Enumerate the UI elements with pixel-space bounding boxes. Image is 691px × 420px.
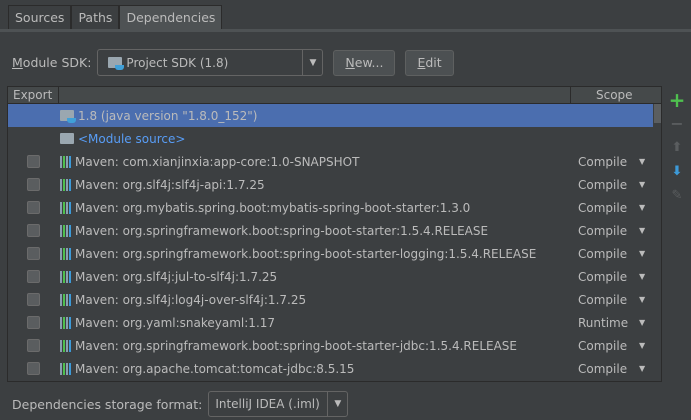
maven-library-icon [60,293,71,306]
table-row[interactable]: Maven: org.springframework.boot:spring-b… [8,242,661,265]
table-row[interactable]: Maven: org.slf4j:slf4j-api:1.7.25 Compile… [8,173,661,196]
export-checkbox[interactable] [27,178,40,191]
tab-bar: Sources Paths Dependencies [8,5,223,30]
chevron-down-icon[interactable]: ▼ [639,272,645,281]
chevron-down-icon[interactable]: ▼ [639,180,645,189]
dependencies-table: Export Scope 1.8 (java version "1.8.0_15… [7,86,662,382]
scope-value[interactable]: Compile [578,339,627,353]
dependency-name: Maven: org.slf4j:log4j-over-slf4j:1.7.25 [75,292,307,307]
chevron-down-icon[interactable]: ▼ [639,157,645,166]
export-checkbox[interactable] [27,293,40,306]
dependency-name: Maven: org.springframework.boot:spring-b… [75,246,537,261]
table-row[interactable]: Maven: org.yaml:snakeyaml:1.17 Runtime ▼ [8,311,661,334]
edit-pencil-icon[interactable]: ✎ [672,184,683,208]
storage-format-row: Dependencies storage format: IntelliJ ID… [12,391,349,417]
scrollbar-thumb[interactable] [654,104,661,123]
chevron-down-icon[interactable]: ▼ [639,249,645,258]
maven-library-icon [60,362,71,375]
table-row[interactable]: Maven: org.slf4j:log4j-over-slf4j:1.7.25… [8,288,661,311]
module-sdk-value: Project SDK (1.8) [126,55,229,70]
add-icon[interactable]: + [669,88,686,112]
table-row[interactable]: Maven: org.apache.tomcat:tomcat-jdbc:8.5… [8,357,661,380]
new-sdk-button[interactable]: New... [333,49,396,76]
storage-format-select[interactable]: IntelliJ IDEA (.iml) ▼ [208,391,349,417]
export-checkbox[interactable] [27,155,40,168]
tab-sources[interactable]: Sources [8,5,72,30]
module-folder-icon [60,133,74,144]
export-checkbox[interactable] [27,247,40,260]
export-column-header[interactable]: Export [13,88,52,102]
export-checkbox[interactable] [27,339,40,352]
storage-format-label: Dependencies storage format: [12,396,203,412]
module-source-row[interactable]: <Module source> [8,127,661,150]
jdk-folder-icon [60,110,76,123]
export-checkbox[interactable] [27,224,40,237]
chevron-down-icon[interactable]: ▼ [639,364,645,373]
dependency-name: Maven: org.mybatis.spring.boot:mybatis-s… [75,200,471,215]
scope-column-header[interactable]: Scope [596,88,633,102]
chevron-down-icon[interactable]: ▼ [639,341,645,350]
move-up-icon[interactable]: ⬆ [672,136,683,160]
table-row[interactable]: Maven: org.springframework.boot:spring-b… [8,219,661,242]
table-row[interactable]: Maven: org.springframework.boot:spring-b… [8,334,661,357]
maven-library-icon [60,316,71,329]
edit-sdk-button[interactable]: Edit [405,49,454,76]
dependency-name: Maven: org.slf4j:jul-to-slf4j:1.7.25 [75,269,278,284]
sdk-row[interactable]: 1.8 (java version "1.8.0_152") [8,104,654,127]
scope-value[interactable]: Compile [578,178,627,192]
maven-library-icon [60,270,71,283]
maven-library-icon [60,155,71,168]
export-checkbox[interactable] [27,362,40,375]
tab-paths[interactable]: Paths [71,5,120,30]
table-toolbar: + − ⬆ ⬇ ✎ [666,88,688,208]
scope-value[interactable]: Compile [578,224,627,238]
jdk-folder-icon [108,57,125,70]
dependency-name: Maven: org.apache.tomcat:tomcat-jdbc:8.5… [75,361,355,376]
chevron-down-icon[interactable]: ▼ [639,295,645,304]
table-header: Export Scope [8,87,661,104]
chevron-down-icon[interactable]: ▼ [639,226,645,235]
export-checkbox[interactable] [27,316,40,329]
scope-value[interactable]: Compile [578,270,627,284]
export-checkbox[interactable] [27,201,40,214]
dependency-name: Maven: org.yaml:snakeyaml:1.17 [75,315,276,330]
remove-icon[interactable]: − [670,112,683,136]
scope-value[interactable]: Runtime [578,316,628,330]
tab-divider [0,29,691,32]
chevron-down-icon[interactable]: ▼ [639,318,645,327]
chevron-down-icon[interactable]: ▼ [327,392,347,416]
maven-library-icon [60,339,71,352]
scope-value[interactable]: Compile [578,293,627,307]
module-sdk-select[interactable]: Project SDK (1.8) ▼ [97,49,324,76]
chevron-down-icon[interactable]: ▼ [302,50,322,75]
maven-library-icon [60,224,71,237]
module-sdk-row: Module SDK: Project SDK (1.8) ▼ New... E… [12,49,454,76]
maven-library-icon [60,178,71,191]
tab-dependencies[interactable]: Dependencies [119,5,223,30]
module-sdk-label: Module SDK: [12,55,92,70]
dependency-name: Maven: org.slf4j:slf4j-api:1.7.25 [75,177,265,192]
module-source-label: <Module source> [78,131,186,146]
table-row[interactable]: Maven: org.mybatis.spring.boot:mybatis-s… [8,196,661,219]
chevron-down-icon[interactable]: ▼ [639,203,645,212]
dependency-name: Maven: org.springframework.boot:spring-b… [75,338,518,353]
sdk-row-label: 1.8 (java version "1.8.0_152") [78,108,258,123]
scope-value[interactable]: Compile [578,155,627,169]
export-checkbox[interactable] [27,270,40,283]
scope-value[interactable]: Compile [578,201,627,215]
scope-value[interactable]: Compile [578,362,627,376]
move-down-icon[interactable]: ⬇ [672,160,683,184]
storage-format-value: IntelliJ IDEA (.iml) [215,397,320,411]
scrollbar[interactable] [653,104,661,381]
dependency-name: Maven: org.springframework.boot:spring-b… [75,223,489,238]
table-row[interactable]: Maven: com.xianjinxia:app-core:1.0-SNAPS… [8,150,661,173]
scope-value[interactable]: Compile [578,247,627,261]
maven-library-icon [60,201,71,214]
table-row[interactable]: Maven: org.slf4j:jul-to-slf4j:1.7.25 Comp… [8,265,661,288]
dependency-name: Maven: com.xianjinxia:app-core:1.0-SNAPS… [75,154,360,169]
maven-library-icon [60,247,71,260]
